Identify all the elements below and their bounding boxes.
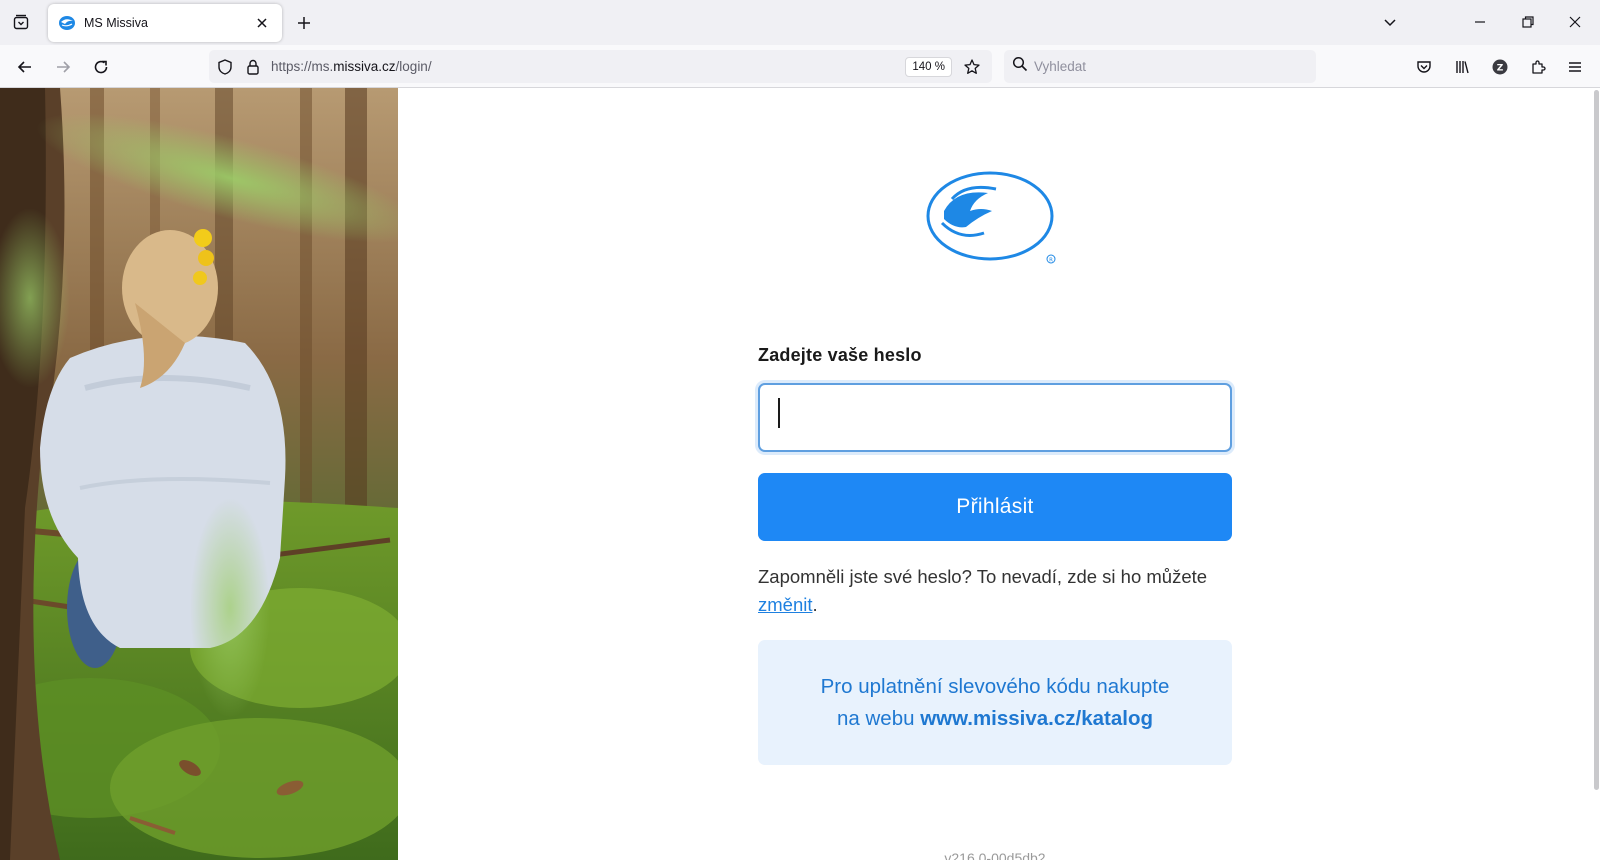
- tab-title: MS Missiva: [84, 16, 148, 30]
- tab-list-icon[interactable]: [9, 10, 33, 34]
- search-icon: [1012, 56, 1028, 77]
- zoom-level-badge[interactable]: 140 %: [905, 56, 952, 77]
- extensions-icon[interactable]: [1524, 53, 1552, 81]
- page-viewport: R Zadejte vaše heslo Přihlásit Zapomněli…: [0, 88, 1600, 860]
- login-button[interactable]: Přihlásit: [758, 473, 1232, 541]
- reload-icon[interactable]: [87, 53, 115, 81]
- promo-line-2: na webu www.missiva.cz/katalog: [836, 706, 1153, 730]
- hero-photo-girl-in-forest: [0, 88, 398, 860]
- version-label: v216.0-00d5db2: [944, 850, 1046, 860]
- lock-icon[interactable]: [239, 53, 267, 81]
- promo-catalog-url[interactable]: www.missiva.cz/katalog: [920, 707, 1153, 730]
- minimize-icon[interactable]: [1466, 8, 1494, 36]
- forward-arrow-icon[interactable]: [49, 53, 77, 81]
- library-icon[interactable]: [1448, 53, 1476, 81]
- close-window-icon[interactable]: [1561, 8, 1589, 36]
- search-bar[interactable]: [1004, 50, 1316, 83]
- svg-text:Z: Z: [1497, 64, 1504, 74]
- password-label: Zadejte vaše heslo: [758, 345, 922, 365]
- page-scrollbar[interactable]: [1592, 88, 1600, 790]
- login-form: Zadejte vaše heslo Přihlásit Zapomněli j…: [758, 341, 1232, 765]
- shield-icon[interactable]: [211, 53, 239, 81]
- missiva-logo: R: [926, 171, 1062, 271]
- list-all-tabs-chevron-down-icon[interactable]: [1376, 8, 1404, 36]
- promo-line-1: Pro uplatnění slevového kódu nakupte: [820, 674, 1170, 698]
- navigation-toolbar: https://ms.missiva.cz/login/ 140 % Z: [0, 45, 1600, 88]
- account-icon[interactable]: Z: [1486, 53, 1514, 81]
- missiva-favicon-icon: [58, 14, 76, 32]
- restore-icon[interactable]: [1514, 8, 1542, 36]
- address-bar[interactable]: https://ms.missiva.cz/login/ 140 %: [209, 50, 992, 83]
- scrollbar-thumb[interactable]: [1594, 90, 1599, 790]
- forgot-password-text: Zapomněli jste své heslo? To nevadí, zde…: [758, 566, 1208, 615]
- promo-box: Pro uplatnění slevového kódu nakupte na …: [758, 640, 1232, 765]
- active-tab[interactable]: MS Missiva: [48, 4, 282, 42]
- url-text[interactable]: https://ms.missiva.cz/login/: [271, 59, 905, 74]
- new-tab-plus-icon[interactable]: [293, 12, 315, 34]
- menu-icon[interactable]: [1561, 53, 1589, 81]
- close-tab-icon[interactable]: [252, 13, 272, 33]
- svg-text:R: R: [1049, 258, 1053, 264]
- bookmark-star-icon[interactable]: [958, 53, 986, 81]
- back-arrow-icon[interactable]: [11, 53, 39, 81]
- pocket-icon[interactable]: [1410, 53, 1438, 81]
- change-password-link[interactable]: změnit: [758, 594, 813, 615]
- text-caret: [778, 398, 780, 428]
- password-input[interactable]: [758, 383, 1232, 452]
- tab-bar: MS Missiva: [0, 0, 1600, 45]
- search-input[interactable]: [1034, 59, 1304, 74]
